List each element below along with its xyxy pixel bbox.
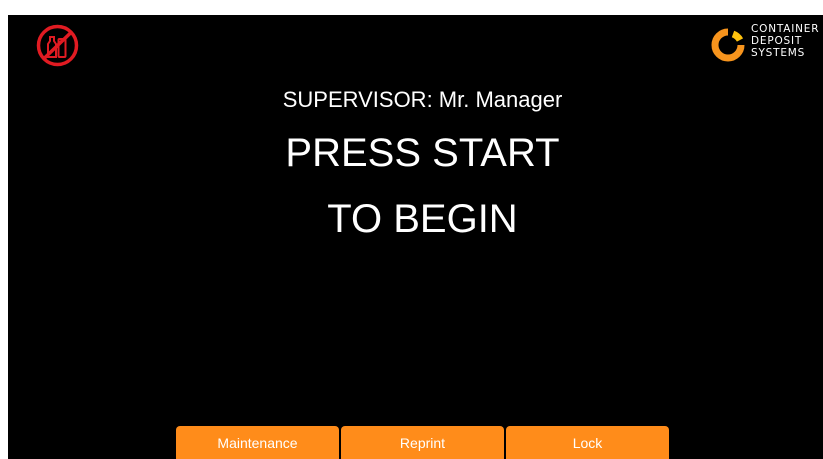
supervisor-label: SUPERVISOR: Mr. Manager	[282, 87, 563, 112]
brand-line-1: CONTAINER	[751, 23, 820, 35]
no-bottles-icon	[36, 24, 79, 67]
headline-line-1: PRESS START	[285, 131, 560, 175]
lock-button[interactable]: Lock	[506, 426, 669, 459]
brand-name: CONTAINER DEPOSIT SYSTEMS	[751, 23, 819, 59]
kiosk-screen: CONTAINER DEPOSIT SYSTEMS SUPERVISOR: Mr…	[8, 15, 823, 459]
container-deposit-logo-icon	[711, 28, 745, 62]
brand-logo: CONTAINER DEPOSIT SYSTEMS	[711, 21, 823, 71]
brand-line-2: DEPOSIT	[751, 35, 803, 47]
maintenance-button[interactable]: Maintenance	[176, 426, 339, 459]
headline-line-2: TO BEGIN	[327, 197, 518, 241]
reprint-button[interactable]: Reprint	[341, 426, 504, 459]
brand-line-3: SYSTEMS	[751, 47, 806, 59]
action-bar: Maintenance Reprint Lock	[176, 426, 672, 459]
